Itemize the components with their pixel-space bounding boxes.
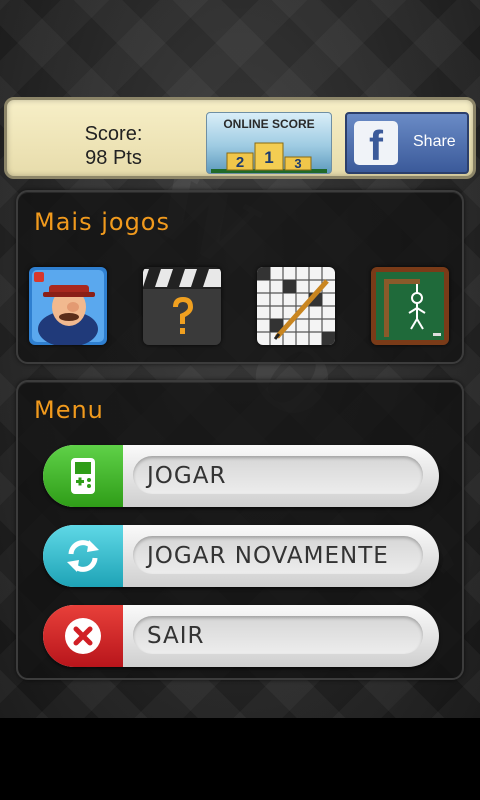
play-button[interactable]: JOGAR xyxy=(43,445,439,507)
score-value: 98 Pts xyxy=(85,147,142,169)
crossword-game-art xyxy=(257,267,335,345)
exit-button-cap xyxy=(43,605,123,667)
exit-button[interactable]: SAIR xyxy=(43,605,439,667)
play-again-button-field: JOGAR NOVAMENTE xyxy=(133,536,423,574)
podium-second-label: 2 xyxy=(236,154,244,171)
menu-panel: Menu JOGAR JOGAR NOVAMENTE SAIR xyxy=(16,380,464,680)
facebook-icon: f xyxy=(354,121,398,169)
facebook-logo-letter: f xyxy=(369,122,383,169)
hangman-game-art xyxy=(371,267,449,345)
online-score-button[interactable]: ONLINE SCORE 2 1 3 xyxy=(206,112,332,174)
exit-button-label: SAIR xyxy=(147,623,205,649)
podium-first-label: 1 xyxy=(264,148,273,167)
crossword-game-icon[interactable] xyxy=(257,267,335,345)
podium-icon: 2 1 3 xyxy=(211,142,327,173)
score-label: Score: xyxy=(84,123,143,145)
detective-game-art xyxy=(29,267,107,345)
refresh-icon xyxy=(67,540,99,572)
movie-quiz-art xyxy=(143,267,221,345)
play-button-field: JOGAR xyxy=(133,456,423,494)
play-again-button[interactable]: JOGAR NOVAMENTE xyxy=(43,525,439,587)
online-score-label: ONLINE SCORE xyxy=(223,117,315,131)
play-again-button-cap xyxy=(43,525,123,587)
menu-title: Menu xyxy=(34,396,104,424)
more-games-title: Mais jogos xyxy=(34,208,170,236)
facebook-share-button[interactable]: f Share xyxy=(345,112,469,174)
play-button-label: JOGAR xyxy=(147,463,227,489)
app-screen: W O S Score: 98 Pts ONLINE SCORE 2 1 3 f… xyxy=(0,0,480,718)
close-icon xyxy=(65,618,101,654)
play-button-cap xyxy=(43,445,123,507)
movie-quiz-icon[interactable] xyxy=(143,267,221,345)
play-again-button-label: JOGAR NOVAMENTE xyxy=(147,543,389,569)
more-games-panel: Mais jogos xyxy=(16,190,464,364)
system-navigation-bar xyxy=(0,718,480,800)
facebook-share-label: Share xyxy=(413,133,456,150)
hangman-game-icon[interactable] xyxy=(371,267,449,345)
gamepad-icon xyxy=(71,458,95,494)
score-panel: Score: 98 Pts ONLINE SCORE 2 1 3 f Share xyxy=(4,97,476,179)
detective-game-icon[interactable] xyxy=(29,267,107,345)
exit-button-field: SAIR xyxy=(133,616,423,654)
podium-third-label: 3 xyxy=(294,156,301,171)
